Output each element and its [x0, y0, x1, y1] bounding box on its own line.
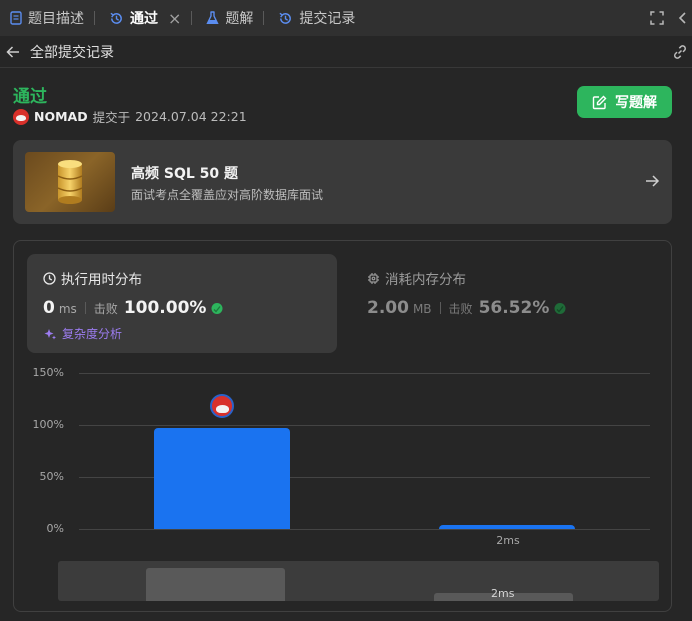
tab-submissions[interactable]: 提交记录	[268, 0, 361, 36]
tab-bar: 题目描述 通过 × 题解 提交记录	[0, 0, 692, 36]
complexity-analysis-link[interactable]: 复杂度分析	[43, 325, 122, 342]
submission-status: 通过	[13, 87, 47, 107]
tab-accepted[interactable]: 通过 ×	[99, 0, 187, 36]
beats-label: 击败	[448, 302, 473, 316]
navigator-tick-label: 2ms	[491, 587, 515, 600]
tab-bar-actions	[636, 0, 692, 36]
runtime-heading-label: 执行用时分布	[61, 272, 142, 288]
memory-heading-label: 消耗内存分布	[385, 272, 466, 288]
history-icon	[109, 11, 124, 26]
navigator-bar	[146, 568, 285, 601]
memory-unit: MB	[412, 302, 432, 316]
chart-x-tick-label: 2ms	[496, 534, 520, 547]
chart-y-tick-label: 50%	[39, 470, 64, 483]
chart-gridline	[79, 425, 650, 426]
close-icon[interactable]: ×	[168, 9, 181, 28]
memory-metric: 2.00 MB 击败 56.52%	[367, 298, 567, 318]
submitted-at-label: 提交于	[92, 110, 131, 125]
metric-divider	[84, 302, 86, 314]
username[interactable]: NOMAD	[34, 109, 88, 124]
runtime-unit: ms	[58, 302, 77, 316]
avatar[interactable]	[13, 108, 29, 125]
runtime-value: 0	[43, 298, 55, 318]
tab-problem-description[interactable]: 题目描述	[0, 0, 90, 36]
database-icon	[25, 152, 115, 212]
complexity-analysis-label: 复杂度分析	[62, 327, 123, 341]
memory-distribution-card[interactable]: 消耗内存分布 2.00 MB 击败 56.52%	[351, 254, 651, 353]
submission-timestamp: 2024.07.04 22:21	[135, 109, 247, 124]
performance-panel: 执行用时分布 0 ms 击败 100.00% 复杂度分析 消耗内存分布 2.00…	[13, 240, 672, 612]
clap-icon	[553, 301, 567, 315]
my-submission-avatar	[209, 394, 234, 419]
chart-bar[interactable]	[153, 428, 290, 529]
runtime-beats-percent: 100.00%	[123, 298, 207, 318]
tab-label: 题目描述	[28, 11, 84, 27]
memory-beats-percent: 56.52%	[478, 298, 550, 318]
chart-gridline	[79, 373, 650, 374]
chart-gridline	[79, 529, 650, 530]
tab-solutions[interactable]: 题解	[196, 0, 259, 36]
chip-icon	[367, 272, 380, 285]
runtime-distribution-card[interactable]: 执行用时分布 0 ms 击败 100.00% 复杂度分析	[27, 254, 337, 353]
submissions-header: 全部提交记录	[0, 36, 692, 68]
clock-icon	[43, 271, 56, 285]
runtime-metric: 0 ms 击败 100.00%	[43, 298, 224, 318]
submission-meta: NOMAD 提交于 2024.07.04 22:21	[13, 107, 247, 126]
tab-label: 通过	[130, 11, 158, 27]
memory-value: 2.00	[367, 298, 409, 318]
history-icon	[278, 11, 293, 26]
runtime-heading: 执行用时分布	[43, 268, 142, 288]
tab-divider	[263, 11, 265, 25]
all-submissions-link[interactable]: 全部提交记录	[30, 42, 114, 62]
tab-divider	[191, 11, 193, 25]
edit-icon	[592, 95, 607, 110]
fullscreen-icon[interactable]	[650, 11, 664, 25]
metric-divider	[439, 302, 441, 314]
arrow-left-icon[interactable]	[6, 45, 20, 59]
sparkle-icon	[43, 327, 57, 341]
chart-y-tick-label: 0%	[46, 522, 64, 535]
beats-label: 击败	[93, 302, 118, 316]
study-plan-subtitle: 面试考点全覆盖应对高阶数据库面试	[131, 188, 324, 202]
chevron-left-icon[interactable]	[678, 11, 688, 25]
clap-icon	[210, 301, 224, 315]
document-icon	[10, 11, 22, 25]
chart-y-tick-label: 150%	[32, 366, 64, 379]
link-icon[interactable]	[672, 44, 688, 64]
write-solution-label: 写题解	[615, 95, 657, 111]
study-plan-card[interactable]: 高频 SQL 50 题 面试考点全覆盖应对高阶数据库面试	[13, 140, 672, 224]
chart-bar[interactable]	[439, 524, 576, 529]
memory-heading: 消耗内存分布	[367, 268, 466, 288]
arrow-right-icon	[644, 173, 660, 193]
write-solution-button[interactable]: 写题解	[577, 86, 672, 118]
tab-label: 提交记录	[299, 11, 356, 27]
tab-label: 题解	[225, 11, 254, 27]
study-plan-title: 高频 SQL 50 题	[131, 166, 239, 182]
tab-divider	[94, 11, 95, 25]
chart-y-tick-label: 100%	[32, 418, 64, 431]
flask-icon	[206, 11, 220, 25]
chart-range-navigator[interactable]: 2ms	[58, 561, 659, 601]
